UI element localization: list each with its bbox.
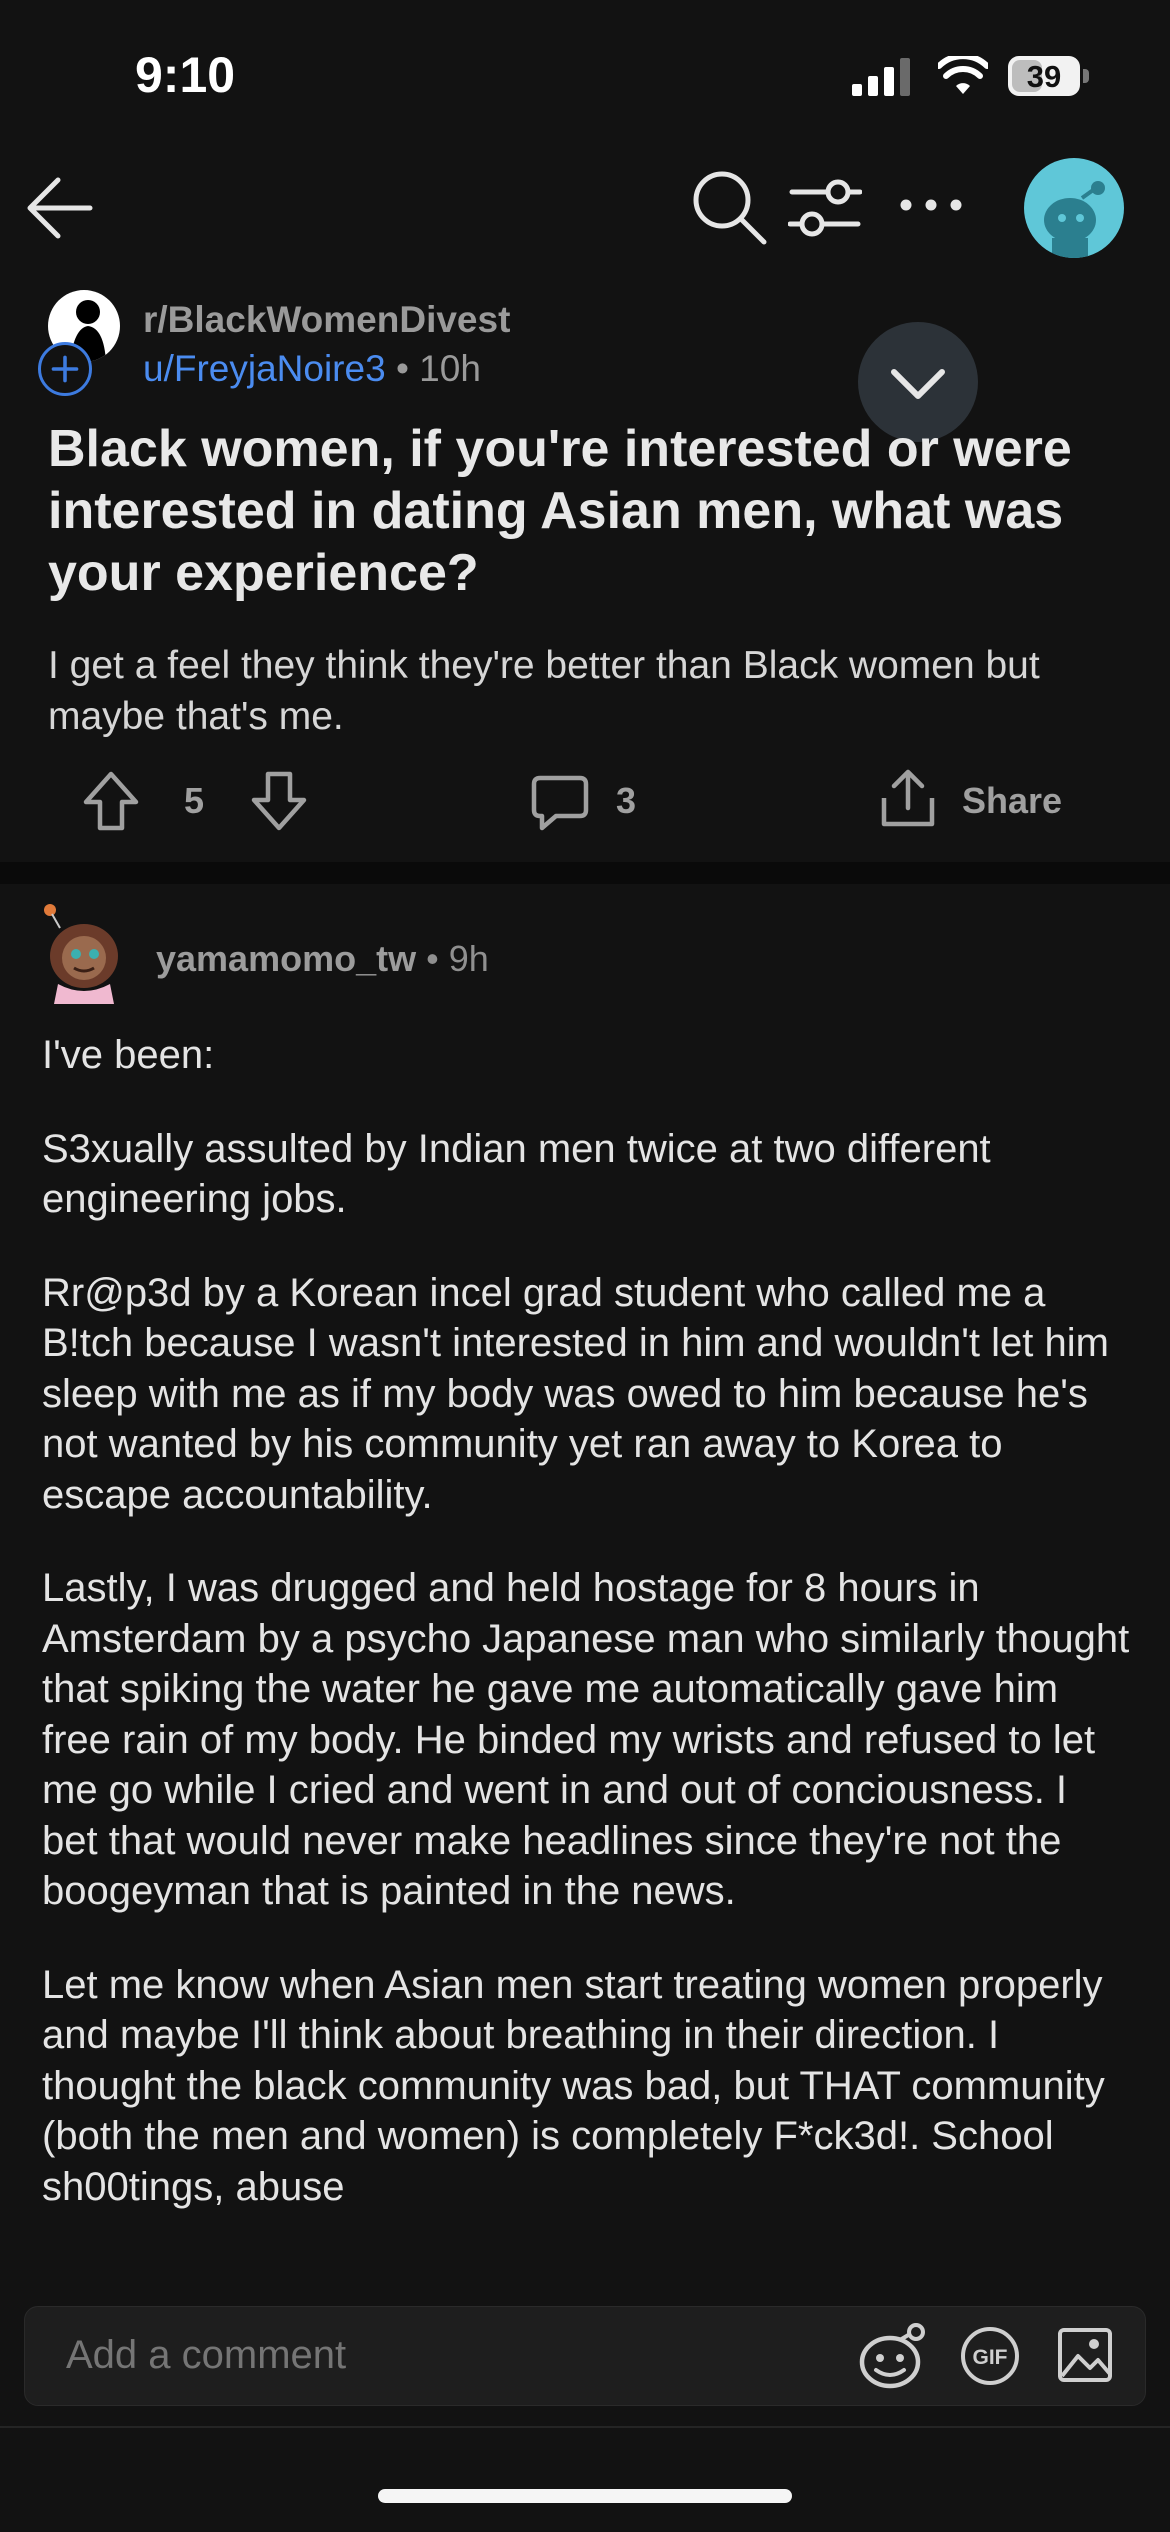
comment-meta: yamamomo_tw • 9h <box>156 938 489 980</box>
comment-paragraph: Lastly, I was drugged and held hostage f… <box>42 1566 1130 1913</box>
gif-icon: GIF <box>961 2327 1019 2385</box>
back-arrow-icon[interactable] <box>24 172 96 244</box>
search-icon[interactable] <box>690 168 768 246</box>
comment-author[interactable]: yamamomo_tw <box>156 938 416 979</box>
wifi-icon <box>938 56 988 94</box>
post-author[interactable]: u/FreyjaNoire3 <box>143 348 386 389</box>
more-icon[interactable] <box>898 190 964 220</box>
user-avatar-icon[interactable] <box>1024 158 1124 258</box>
comment-paragraph: I've been: <box>42 1033 215 1077</box>
gif-label: GIF <box>973 2346 1008 2369</box>
comment-body: I've been: S3xually assulted by Indian m… <box>42 1030 1132 2267</box>
comment-paragraph: Rr@p3d by a Korean incel grad student wh… <box>42 1270 1109 1517</box>
battery-icon: 39 <box>1008 56 1092 98</box>
home-indicator[interactable] <box>378 2489 792 2503</box>
post-author-line: u/FreyjaNoire3 • 10h <box>143 348 481 390</box>
snoo-emoji-icon[interactable] <box>854 2320 930 2392</box>
post-body: I get a feel they think they're better t… <box>48 644 1040 738</box>
comment-count: 3 <box>616 780 637 821</box>
post-time: • 10h <box>395 348 481 389</box>
comment-icon[interactable] <box>530 772 590 832</box>
comment-paragraph: S3xually assulted by Indian men twice at… <box>42 1126 991 1222</box>
section-divider <box>0 862 1170 884</box>
filter-icon[interactable] <box>788 176 862 240</box>
status-time: 9:10 <box>135 47 236 103</box>
signal-icon <box>852 58 910 96</box>
comment-time: • 9h <box>426 938 489 979</box>
subreddit-name[interactable]: r/BlackWomenDivest <box>143 299 510 341</box>
comment-avatar[interactable] <box>34 898 130 1008</box>
share-button[interactable]: Share <box>962 780 1062 822</box>
vote-count: 5 <box>184 780 205 821</box>
bottom-divider <box>0 2426 1170 2428</box>
battery-level: 39 <box>1026 59 1062 94</box>
downvote-icon[interactable] <box>250 770 308 832</box>
upvote-icon[interactable] <box>82 770 140 832</box>
join-plus-icon[interactable] <box>38 342 92 396</box>
gif-button[interactable]: GIF <box>960 2326 1020 2386</box>
comment-paragraph: Let me know when Asian men start treatin… <box>42 1962 1105 2209</box>
post-title: Black women, if you're interested or wer… <box>48 420 1072 602</box>
image-icon[interactable] <box>1056 2324 1114 2384</box>
comment-input[interactable] <box>64 2332 768 2379</box>
share-icon[interactable] <box>878 768 938 830</box>
